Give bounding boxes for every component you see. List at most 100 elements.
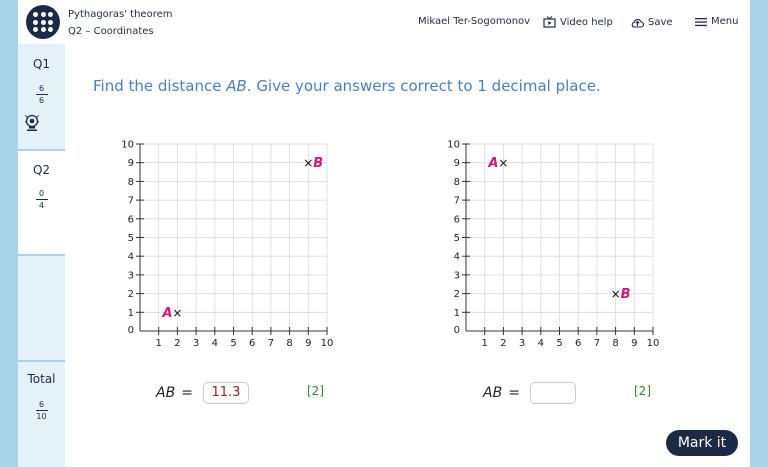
x-tick-label: 4 bbox=[538, 338, 544, 349]
answer-1-input[interactable]: 11.3 bbox=[202, 382, 249, 404]
answer-2-label: AB bbox=[483, 385, 503, 401]
answer-row-1: AB = 11.3 bbox=[156, 382, 249, 404]
question-subtitle: Q2 – Coordinates bbox=[68, 26, 154, 37]
x-tick-label: 5 bbox=[230, 338, 236, 349]
y-tick-label: 4 bbox=[128, 252, 134, 263]
answer-2-equals: = bbox=[508, 385, 520, 401]
y-tick-label: 8 bbox=[128, 177, 134, 188]
x-tick-label: 1 bbox=[482, 338, 488, 349]
point-a-marker: × bbox=[498, 156, 508, 170]
answer-2-input[interactable] bbox=[529, 382, 576, 404]
x-tick-label: 9 bbox=[305, 338, 311, 349]
x-tick-label: 7 bbox=[268, 338, 274, 349]
mark-it-button[interactable]: Mark it bbox=[666, 430, 738, 456]
x-tick-label: 7 bbox=[594, 338, 600, 349]
save-button[interactable]: Save bbox=[631, 16, 673, 29]
question-text: Find the distance AB. Give your answers … bbox=[93, 77, 601, 95]
x-tick-label: 2 bbox=[500, 338, 506, 349]
x-tick-label: 6 bbox=[575, 338, 581, 349]
sidebar-tab-q1[interactable]: Q1 6 6 bbox=[18, 44, 65, 149]
x-tick-label: 8 bbox=[612, 338, 618, 349]
cloud-upload-icon bbox=[631, 19, 644, 28]
y-tick-label: 10 bbox=[121, 140, 134, 151]
x-tick-label: 1 bbox=[156, 338, 162, 349]
question-sidebar: Q1 6 6 Q2 0 4 Total 6 10 bbox=[18, 44, 65, 467]
header-bar: Pythagoras' theorem Q2 – Coordinates Mik… bbox=[18, 0, 750, 44]
video-help-label: Video help bbox=[560, 16, 613, 28]
point-a-marker: × bbox=[172, 306, 182, 320]
question-prefix: Find the distance bbox=[93, 77, 227, 95]
user-name-label: Mikael Ter-Sogomonov bbox=[418, 16, 531, 27]
sidebar-total: Total 6 10 bbox=[18, 362, 65, 467]
tab-q2-label: Q2 bbox=[32, 163, 51, 177]
y-tick-label: 4 bbox=[454, 252, 460, 263]
x-tick-label: 5 bbox=[556, 338, 562, 349]
answer-1-marks: [2] bbox=[307, 384, 324, 398]
y-tick-label: 6 bbox=[454, 214, 460, 225]
y-tick-label: 2 bbox=[454, 289, 460, 300]
question-segment: AB bbox=[226, 77, 247, 95]
x-tick-label: 4 bbox=[212, 338, 218, 349]
point-b-label: B bbox=[621, 287, 631, 302]
save-label: Save bbox=[648, 17, 673, 28]
user-name[interactable]: Mikael Ter-Sogomonov bbox=[418, 16, 530, 27]
y-tick-label: 1 bbox=[128, 308, 134, 319]
point-b-marker: × bbox=[611, 287, 621, 301]
answer-1-label: AB bbox=[156, 385, 176, 401]
x-tick-label: 3 bbox=[193, 338, 199, 349]
x-tick-label: 8 bbox=[286, 338, 292, 349]
x-tick-label: 2 bbox=[174, 338, 180, 349]
origin-label: 0 bbox=[128, 325, 134, 336]
x-tick-label: 10 bbox=[647, 338, 660, 349]
point-b-label: B bbox=[313, 156, 323, 171]
app-logo-icon[interactable] bbox=[26, 5, 60, 39]
video-help-button[interactable]: Video help bbox=[543, 16, 613, 28]
tab-q1-score-numerator: 6 bbox=[38, 84, 45, 93]
coordinate-grid-2: 1 1 2 2 3 3 4 4 5 5 6 6 7 7 8 8 9 9 10 10 0 × A × B bbox=[446, 132, 661, 350]
x-tick-label: 10 bbox=[321, 338, 334, 349]
y-tick-label: 5 bbox=[128, 233, 134, 244]
tab-q2-score-denominator: 4 bbox=[38, 201, 45, 210]
y-tick-label: 8 bbox=[454, 177, 460, 188]
total-label: Total bbox=[27, 372, 56, 386]
tab-q1-score-denominator: 6 bbox=[38, 96, 45, 105]
coordinate-grid-1: 1 1 2 2 3 3 4 4 5 5 6 6 7 7 8 8 9 9 10 10 0 × A × B bbox=[120, 132, 335, 350]
y-tick-label: 3 bbox=[128, 270, 134, 281]
total-score: 6 10 bbox=[18, 400, 65, 421]
x-tick-label: 6 bbox=[249, 338, 255, 349]
tab-q2-score: 0 4 bbox=[18, 189, 65, 210]
y-tick-label: 7 bbox=[128, 196, 134, 207]
y-tick-label: 3 bbox=[454, 270, 460, 281]
hint-icon[interactable] bbox=[25, 114, 39, 132]
sidebar-tab-empty bbox=[18, 256, 65, 360]
total-score-numerator: 6 bbox=[38, 400, 45, 409]
tv-icon bbox=[543, 16, 556, 28]
y-tick-label: 10 bbox=[447, 140, 460, 151]
hamburger-icon bbox=[695, 17, 707, 26]
total-score-denominator: 10 bbox=[36, 412, 47, 421]
answer-row-2: AB = bbox=[483, 382, 576, 404]
y-tick-label: 1 bbox=[454, 308, 460, 319]
answer-1-equals: = bbox=[181, 385, 193, 401]
tab-q1-label: Q1 bbox=[32, 57, 51, 71]
point-a-label: A bbox=[161, 306, 172, 321]
menu-label: Menu bbox=[711, 16, 739, 27]
point-b-marker: × bbox=[303, 156, 313, 170]
x-tick-label: 9 bbox=[631, 338, 637, 349]
question-suffix: . Give your answers correct to 1 decimal… bbox=[246, 77, 601, 95]
grid-svg-2: 11223344556677889910100×A× B bbox=[447, 140, 660, 350]
menu-button[interactable]: Menu bbox=[695, 16, 738, 27]
grid-svg-1: 11223344556677889910100×A× B bbox=[121, 140, 334, 350]
y-tick-label: 5 bbox=[454, 233, 460, 244]
point-a-label: A bbox=[487, 156, 498, 171]
y-tick-label: 2 bbox=[128, 289, 134, 300]
x-tick-label: 3 bbox=[519, 338, 525, 349]
sidebar-tab-q2[interactable]: Q2 0 4 bbox=[18, 151, 65, 254]
y-tick-label: 7 bbox=[454, 196, 460, 207]
tab-q1-score: 6 6 bbox=[18, 84, 65, 105]
tab-q2-score-numerator: 0 bbox=[38, 189, 45, 198]
answer-2-marks: [2] bbox=[634, 384, 651, 398]
origin-label: 0 bbox=[454, 325, 460, 336]
y-tick-label: 9 bbox=[128, 158, 134, 169]
y-tick-label: 9 bbox=[454, 158, 460, 169]
